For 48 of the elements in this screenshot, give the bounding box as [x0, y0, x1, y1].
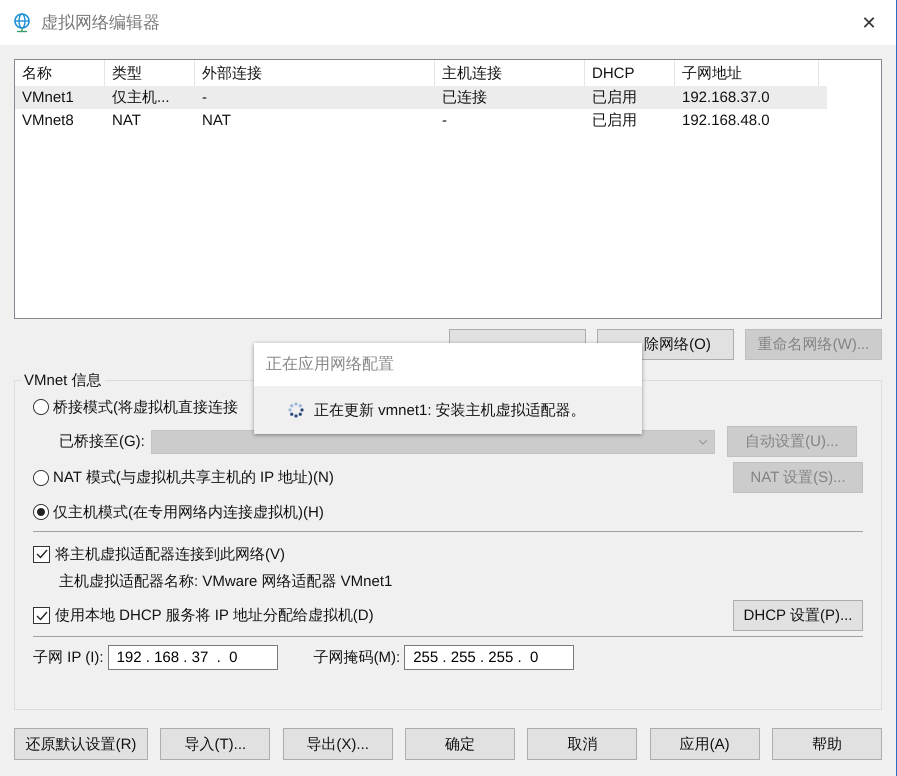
- subnet-ip-field[interactable]: 192 . 168 . 37 . 0: [108, 644, 278, 670]
- footer-button[interactable]: 导入(T)...: [160, 728, 270, 760]
- group-title: VMnet 信息: [21, 371, 105, 390]
- radio-label: 桥接模式(将虚拟机直接连接: [53, 398, 238, 416]
- footer-button[interactable]: 取消: [527, 728, 638, 760]
- footer-button[interactable]: 还原默认设置(R): [14, 728, 148, 760]
- table-cell-text: VMnet8: [21, 112, 75, 129]
- checkmark-icon: [36, 549, 48, 559]
- footer-button[interactable]: 应用(A): [650, 728, 760, 760]
- table-row[interactable]: VMnet8 NAT NAT - 已启用 192.168.48.0: [15, 109, 827, 132]
- radio-button[interactable]: [33, 504, 49, 520]
- table-cell-text: 192.168.48.0: [681, 112, 771, 129]
- table-cell-text: 仅主机...: [111, 88, 171, 107]
- chevron-icon: [698, 438, 708, 444]
- globe-icon: [13, 12, 31, 32]
- bridged-to-label: 已桥接至(G):: [59, 432, 145, 451]
- footer-button[interactable]: 导出(X)...: [282, 728, 393, 760]
- spinner-icon: [288, 402, 304, 418]
- adapter-name-text: 主机虚拟适配器名称: VMware 网络适配器 VMnet1: [59, 572, 392, 590]
- checkbox[interactable]: [33, 546, 50, 562]
- checkmark-icon: [36, 610, 48, 620]
- table-cell-text: 已启用: [591, 111, 638, 130]
- window-title: 虚拟网络编辑器: [41, 12, 161, 34]
- dhcp-settings-button[interactable]: DHCP 设置(P)...: [733, 600, 863, 631]
- table-cell-text: 192.168.37.0: [681, 89, 771, 106]
- table-row[interactable]: VMnet1 仅主机... - 已连接 已启用 192.168.37.0: [15, 86, 827, 109]
- radio-label: 仅主机模式(在专用网络内连接虚拟机)(H): [53, 502, 324, 522]
- table-cell-text: -: [201, 89, 208, 106]
- dialog-title: 正在应用网络配置: [266, 354, 394, 375]
- table-cell-text: NAT: [111, 112, 142, 129]
- footer-button[interactable]: 确定: [404, 728, 515, 760]
- subnet-mask-label: 子网掩码(M):: [314, 648, 400, 666]
- progress-message: 正在更新 vmnet1: 安装主机虚拟适配器。: [314, 400, 586, 420]
- table-cell-text: -: [441, 112, 448, 129]
- close-button[interactable]: ✕: [846, 0, 892, 45]
- checkbox-label: 使用本地 DHCP 服务将 IP 地址分配给虚拟机(D): [55, 606, 374, 625]
- subnet-ip-label: 子网 IP (I):: [33, 648, 104, 666]
- radio-label: NAT 模式(与虚拟机共享主机的 IP 地址)(N): [53, 468, 334, 487]
- checkbox-label: 将主机虚拟适配器连接到此网络(V): [55, 544, 285, 564]
- subnet-mask-field[interactable]: 255 . 255 . 255 . 0: [404, 644, 574, 670]
- table-cell-text: NAT: [201, 112, 232, 129]
- radio-button[interactable]: [33, 399, 49, 415]
- footer-button[interactable]: 帮助: [772, 728, 882, 760]
- checkbox[interactable]: [33, 607, 50, 624]
- table-cell-text: 已连接: [441, 88, 488, 107]
- table-cell-text: VMnet1: [21, 89, 75, 106]
- radio-button[interactable]: [33, 470, 49, 486]
- table-cell-text: 已启用: [591, 88, 638, 107]
